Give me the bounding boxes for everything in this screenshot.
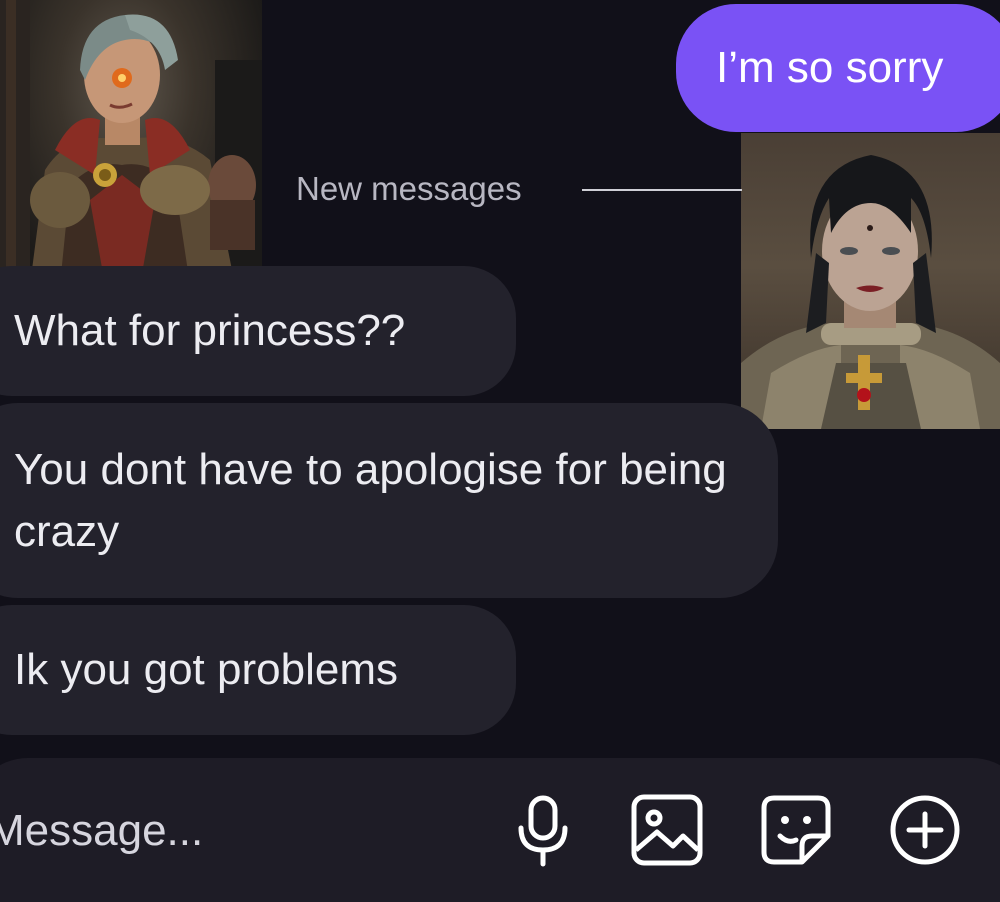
chat-screen: I’m so sorry New messages What for princ… [0,0,1000,902]
image-button[interactable] [627,790,707,870]
plus-circle-icon [890,795,960,865]
message-input[interactable]: Message... [0,806,203,856]
new-messages-divider: New messages [296,170,522,207]
user-avatar[interactable] [741,133,1000,429]
incoming-message-text: What for princess?? [14,306,406,355]
incoming-message-text: Ik you got problems [14,645,398,694]
contact-avatar-illustration [0,0,262,285]
add-attachment-button[interactable] [885,790,965,870]
microphone-icon [518,795,568,867]
user-avatar-illustration [741,155,1000,429]
incoming-message-bubble[interactable]: What for princess?? [0,266,516,396]
microphone-button[interactable] [503,790,583,870]
incoming-message-text: You dont have to apologise for being cra… [14,444,727,556]
outgoing-message-text: I’m so sorry [716,43,944,92]
sticker-icon [761,795,831,865]
image-icon [631,794,703,866]
incoming-message-bubble[interactable]: You dont have to apologise for being cra… [0,403,778,598]
incoming-message-bubble[interactable]: Ik you got problems [0,605,516,735]
outgoing-message-bubble[interactable]: I’m so sorry [676,4,1000,132]
divider-line [582,189,742,191]
contact-avatar[interactable] [0,0,262,285]
sticker-button[interactable] [756,790,836,870]
